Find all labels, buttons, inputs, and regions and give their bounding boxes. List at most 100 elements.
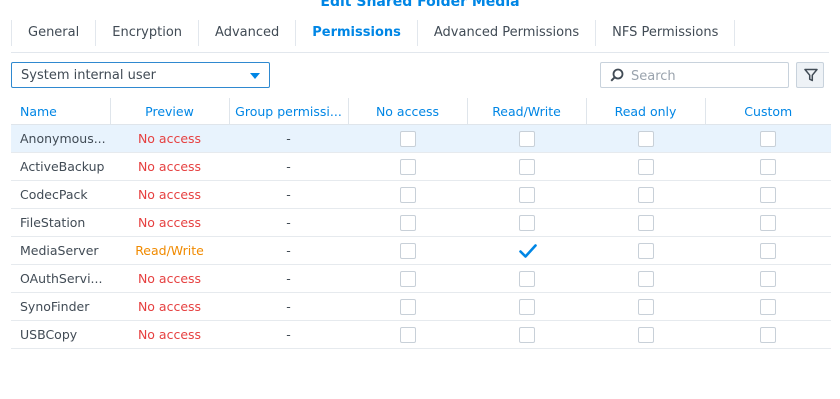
preview-value: No access	[110, 124, 229, 153]
table-row[interactable]: OAuthServi... No access -	[11, 264, 831, 293]
read-write-cell	[467, 264, 586, 293]
read-only-checkbox[interactable]	[637, 158, 654, 175]
tab-divider	[11, 52, 829, 53]
read-only-checkbox[interactable]	[637, 242, 654, 259]
read-only-checkbox[interactable]	[637, 186, 654, 203]
column-header-no-access[interactable]: No access	[348, 98, 468, 125]
preview-value: Read/Write	[110, 236, 229, 265]
no-access-cell	[348, 236, 467, 265]
custom-cell	[705, 292, 831, 321]
tab-nfs-permissions[interactable]: NFS Permissions	[596, 20, 736, 46]
custom-checkbox[interactable]	[760, 214, 776, 231]
custom-checkbox[interactable]	[760, 186, 776, 203]
read-only-cell	[586, 152, 705, 181]
column-header-name[interactable]: Name	[11, 98, 111, 125]
group-permission-value: -	[229, 152, 348, 181]
user-name: FileStation	[11, 208, 110, 237]
table-row[interactable]: MediaServer Read/Write -	[11, 236, 831, 265]
window-title: Edit Shared Folder Media	[320, 0, 520, 10]
custom-cell	[705, 180, 831, 209]
no-access-checkbox[interactable]	[399, 186, 416, 203]
read-only-checkbox[interactable]	[637, 130, 654, 147]
user-name: MediaServer	[11, 236, 110, 265]
read-only-cell	[586, 124, 705, 153]
read-only-checkbox[interactable]	[637, 270, 654, 287]
group-permission-value: -	[229, 292, 348, 321]
custom-checkbox[interactable]	[760, 298, 776, 315]
user-name: USBCopy	[11, 320, 110, 349]
read-only-checkbox[interactable]	[637, 326, 654, 343]
table-row[interactable]: Anonymous... No access -	[11, 124, 831, 153]
no-access-checkbox[interactable]	[399, 158, 416, 175]
no-access-cell	[348, 180, 467, 209]
group-permission-value: -	[229, 320, 348, 349]
custom-checkbox[interactable]	[760, 270, 776, 287]
no-access-cell	[348, 152, 467, 181]
filter-icon	[804, 68, 818, 82]
no-access-checkbox[interactable]	[399, 130, 416, 147]
column-header-preview[interactable]: Preview	[110, 98, 230, 125]
read-write-checkbox[interactable]	[518, 214, 535, 231]
tab-encryption[interactable]: Encryption	[96, 20, 200, 46]
preview-value: No access	[110, 264, 229, 293]
preview-value: No access	[110, 208, 229, 237]
table-row[interactable]: ActiveBackup No access -	[11, 152, 831, 181]
table-row[interactable]: SynoFinder No access -	[11, 292, 831, 321]
custom-cell	[705, 264, 831, 293]
read-write-checkbox[interactable]	[518, 326, 535, 343]
group-permission-value: -	[229, 264, 348, 293]
tab-advanced[interactable]: Advanced	[199, 20, 297, 46]
tab-general[interactable]: General	[11, 20, 97, 46]
filter-button[interactable]	[796, 62, 824, 88]
permissions-table: Name Preview Group permissi... No access…	[11, 98, 831, 349]
user-type-value: System internal user	[21, 68, 156, 83]
read-only-cell	[586, 236, 705, 265]
no-access-checkbox[interactable]	[399, 242, 416, 259]
no-access-checkbox[interactable]	[399, 298, 416, 315]
no-access-cell	[348, 320, 467, 349]
column-header-custom[interactable]: Custom	[705, 98, 831, 125]
tab-advanced-permissions[interactable]: Advanced Permissions	[418, 20, 597, 46]
read-write-checkbox[interactable]	[518, 158, 535, 175]
custom-cell	[705, 124, 831, 153]
tab-permissions[interactable]: Permissions	[296, 20, 418, 46]
search-box[interactable]	[600, 62, 789, 88]
search-input[interactable]	[629, 66, 783, 86]
search-icon	[610, 68, 624, 82]
no-access-checkbox[interactable]	[399, 270, 416, 287]
read-write-checkbox[interactable]	[518, 130, 535, 147]
read-write-cell	[467, 180, 586, 209]
custom-checkbox[interactable]	[760, 242, 776, 259]
read-write-checkbox[interactable]	[518, 270, 535, 287]
column-header-group-permission[interactable]: Group permissi...	[229, 98, 349, 125]
read-write-cell	[467, 152, 586, 181]
read-only-checkbox[interactable]	[637, 298, 654, 315]
user-type-select[interactable]: System internal user	[11, 62, 270, 88]
custom-checkbox[interactable]	[760, 326, 776, 343]
read-write-checkbox[interactable]	[518, 298, 535, 315]
caret-down-icon	[250, 73, 260, 79]
checkmark-icon	[518, 243, 537, 258]
table-row[interactable]: CodecPack No access -	[11, 180, 831, 209]
table-header-row: Name Preview Group permissi... No access…	[11, 98, 831, 125]
no-access-cell	[348, 124, 467, 153]
table-row[interactable]: USBCopy No access -	[11, 320, 831, 349]
group-permission-value: -	[229, 124, 348, 153]
no-access-checkbox[interactable]	[399, 326, 416, 343]
read-only-checkbox[interactable]	[637, 214, 654, 231]
group-permission-value: -	[229, 236, 348, 265]
custom-checkbox[interactable]	[760, 158, 776, 175]
preview-value: No access	[110, 292, 229, 321]
custom-checkbox[interactable]	[760, 130, 776, 147]
column-header-read-only[interactable]: Read only	[586, 98, 706, 125]
read-write-cell	[467, 292, 586, 321]
read-write-cell	[467, 320, 586, 349]
table-row[interactable]: FileStation No access -	[11, 208, 831, 237]
read-write-checkbox[interactable]	[518, 186, 535, 203]
read-only-cell	[586, 320, 705, 349]
custom-cell	[705, 236, 831, 265]
no-access-checkbox[interactable]	[399, 214, 416, 231]
column-header-read-write[interactable]: Read/Write	[467, 98, 587, 125]
read-write-checkbox[interactable]	[518, 243, 537, 259]
custom-cell	[705, 208, 831, 237]
